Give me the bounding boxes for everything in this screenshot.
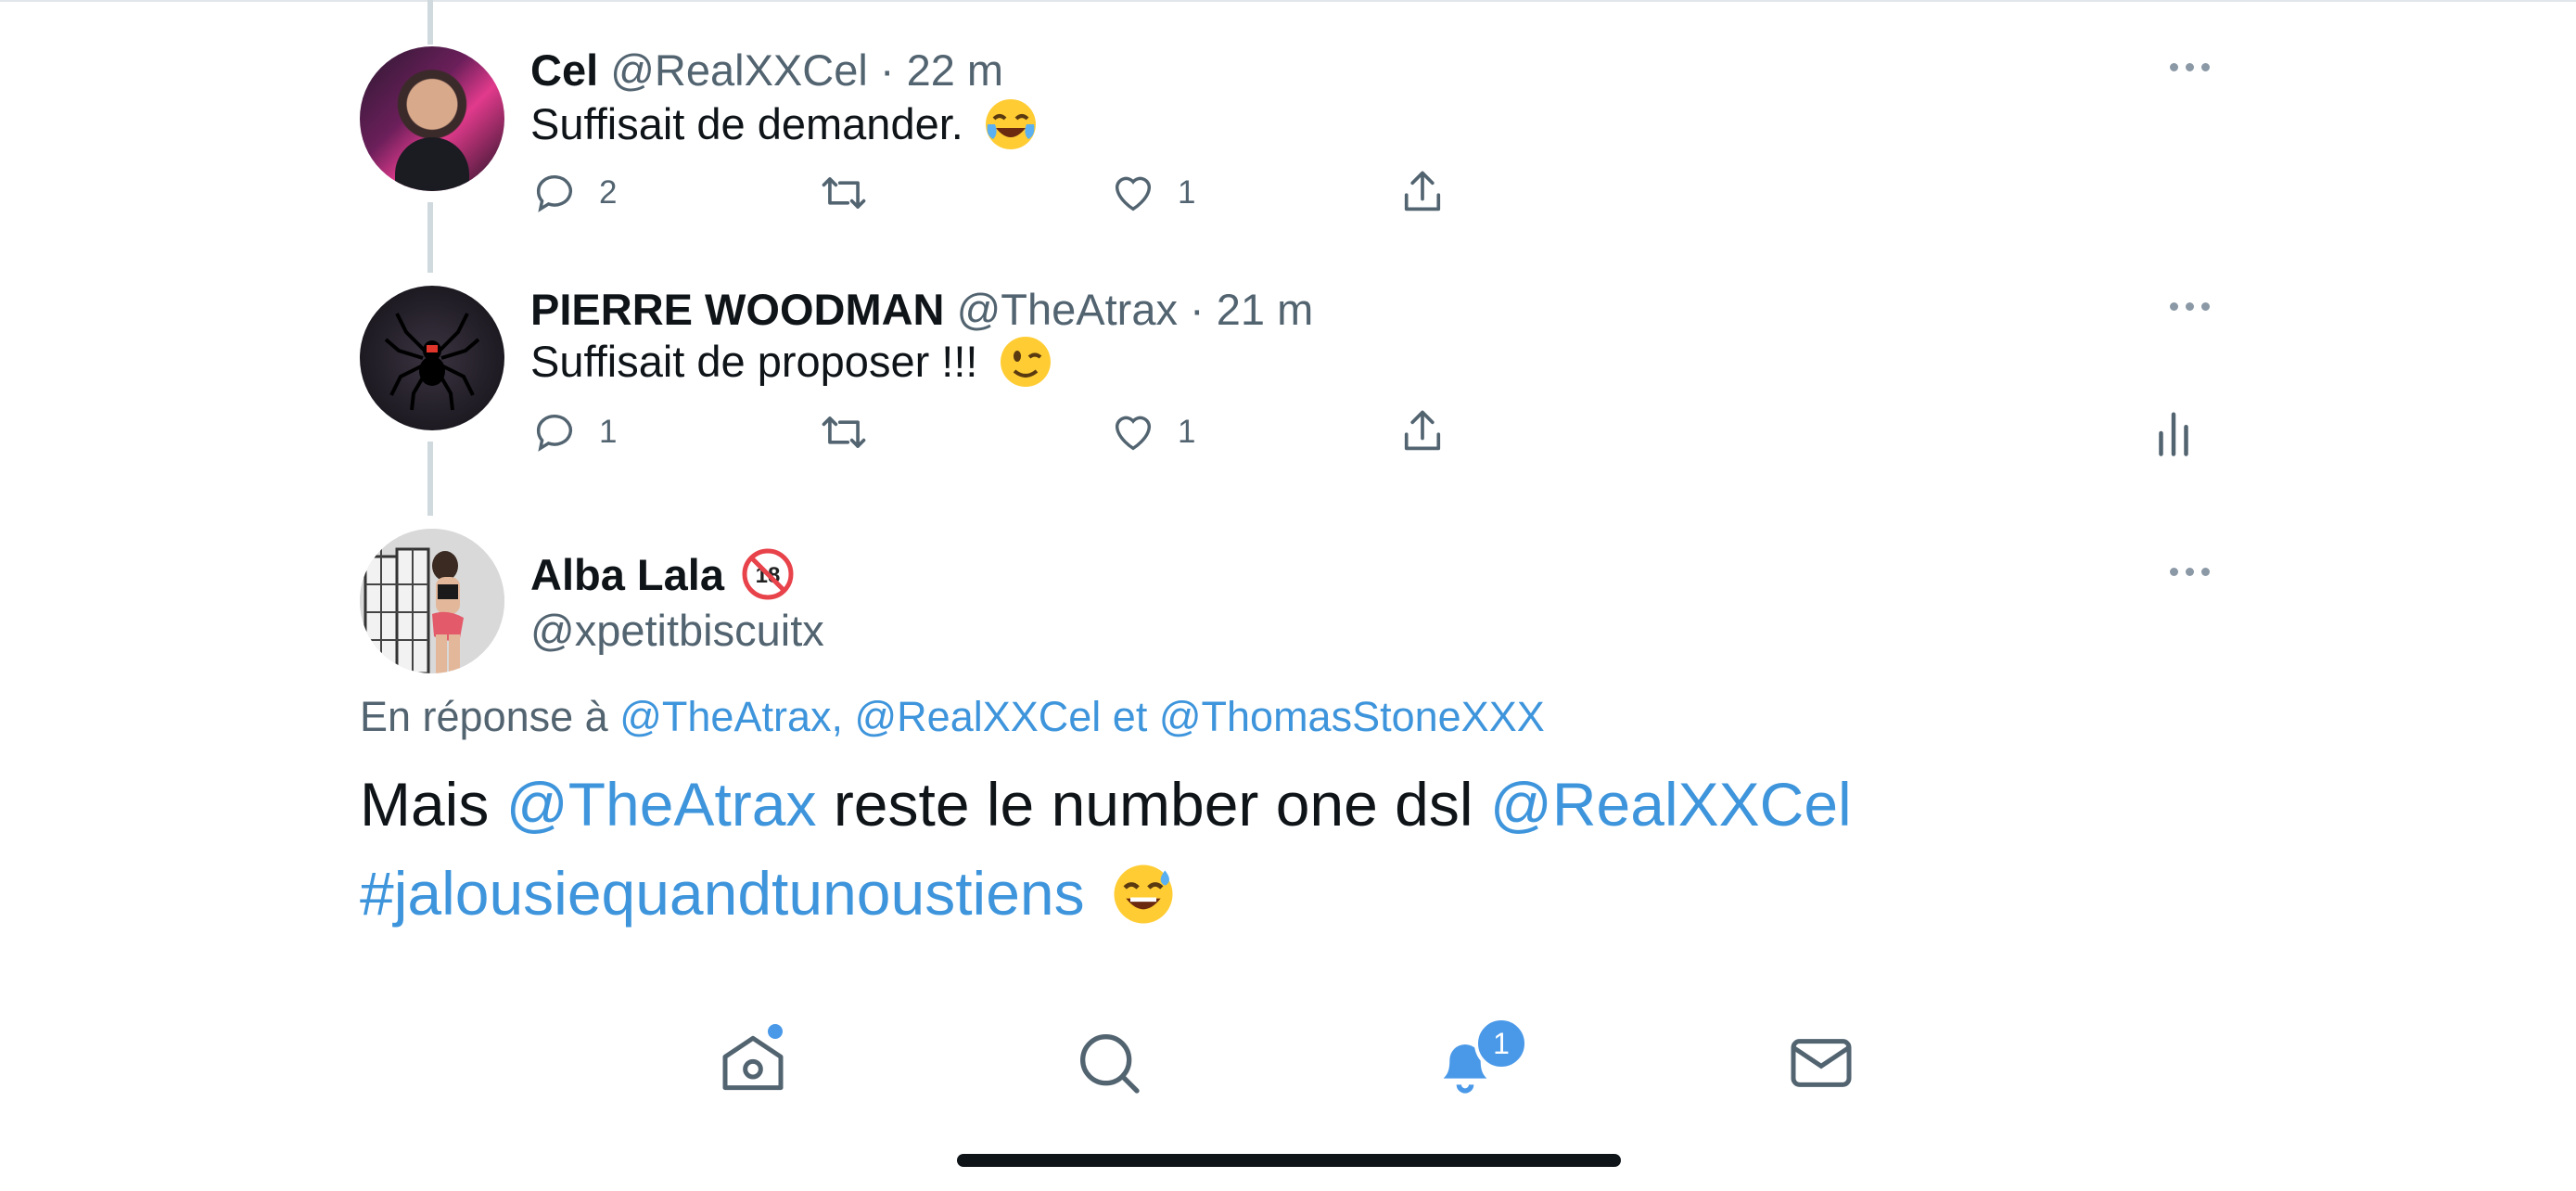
retweet-icon bbox=[822, 177, 866, 209]
messages-tab[interactable] bbox=[1784, 1026, 1858, 1100]
reply-button[interactable]: 1 bbox=[530, 408, 617, 456]
avatar[interactable] bbox=[360, 286, 504, 430]
spider-icon bbox=[384, 313, 480, 411]
heart-icon bbox=[1115, 416, 1152, 451]
search-icon bbox=[1080, 1034, 1140, 1094]
separator: · bbox=[1190, 285, 1205, 334]
reply-count: 2 bbox=[599, 174, 618, 211]
reply-context: En réponse à @TheAtrax, @RealXXCel et @T… bbox=[360, 696, 1545, 737]
avatar[interactable] bbox=[360, 46, 504, 191]
mail-icon bbox=[1791, 1039, 1852, 1087]
heart-icon bbox=[1115, 176, 1152, 211]
retweet-button[interactable] bbox=[818, 408, 870, 456]
tweet-text-line: #jalousiequandtunoustiens bbox=[360, 863, 1176, 927]
thread-line bbox=[427, 442, 433, 516]
user-handle[interactable]: @xpetitbiscuitx bbox=[530, 608, 824, 652]
tweet-text-word: reste le number one dsl bbox=[833, 770, 1473, 839]
reply-icon bbox=[536, 414, 573, 452]
wink-emoji-icon bbox=[1000, 336, 1051, 387]
mention-link[interactable]: @ThomasStoneXXX bbox=[1159, 693, 1545, 740]
home-indicator[interactable] bbox=[957, 1154, 1621, 1167]
search-tab[interactable] bbox=[1072, 1026, 1146, 1100]
timestamp[interactable]: 22 m bbox=[907, 45, 1004, 95]
notification-badge: 1 bbox=[1474, 1017, 1528, 1070]
more-options-icon[interactable] bbox=[2170, 61, 2211, 72]
share-icon bbox=[1404, 171, 1441, 211]
like-button[interactable]: 1 bbox=[1109, 408, 1195, 456]
user-handle[interactable]: @RealXXCel bbox=[610, 45, 868, 95]
mention-link[interactable]: @TheAtrax, bbox=[619, 693, 843, 740]
like-button[interactable]: 1 bbox=[1109, 169, 1195, 217]
analytics-icon bbox=[2159, 412, 2188, 456]
no-one-under-18-icon: 18 bbox=[742, 548, 794, 600]
top-divider bbox=[0, 0, 2576, 2]
analytics-button[interactable] bbox=[2157, 410, 2190, 456]
timestamp[interactable]: 21 m bbox=[1217, 285, 1314, 334]
mention-link[interactable]: @RealXXCel bbox=[1490, 770, 1852, 839]
tweet-text: Suffisait de proposer !!! bbox=[530, 336, 1053, 390]
thread-line bbox=[427, 202, 433, 273]
share-icon bbox=[1404, 410, 1441, 451]
reply-prefix: En réponse à bbox=[360, 693, 608, 740]
mention-link[interactable]: @RealXXCel bbox=[855, 693, 1102, 740]
joy-emoji-icon bbox=[985, 98, 1036, 149]
separator: · bbox=[879, 45, 895, 95]
tweet-text-content: Suffisait de proposer !!! bbox=[530, 337, 978, 386]
more-options-icon[interactable] bbox=[2170, 301, 2211, 312]
tweet-header: PIERRE WOODMAN @TheAtrax · 21 m bbox=[530, 288, 1313, 331]
reply-count: 1 bbox=[599, 414, 618, 450]
avatar-photo bbox=[360, 529, 504, 673]
tweet-text-word: Mais bbox=[360, 770, 490, 839]
retweet-icon bbox=[822, 416, 866, 448]
user-handle[interactable]: @TheAtrax bbox=[957, 285, 1178, 334]
retweet-button[interactable] bbox=[818, 169, 870, 217]
more-options-icon[interactable] bbox=[2170, 566, 2211, 577]
share-button[interactable] bbox=[1398, 406, 1447, 456]
like-count: 1 bbox=[1178, 414, 1196, 450]
mention-link[interactable]: @TheAtrax bbox=[506, 770, 817, 839]
new-content-dot bbox=[768, 1024, 783, 1039]
tweet-text-content: Suffisait de demander. bbox=[530, 99, 963, 148]
hashtag-link[interactable]: #jalousiequandtunoustiens bbox=[360, 859, 1085, 928]
avatar[interactable] bbox=[360, 529, 504, 673]
thread-line bbox=[427, 0, 433, 45]
display-name[interactable]: PIERRE WOODMAN bbox=[530, 285, 945, 334]
tweet-header: Alba Lala 18 bbox=[530, 548, 794, 600]
sweat-smile-emoji-icon bbox=[1114, 864, 1173, 924]
tweet-text-line: Mais @TheAtrax reste le number one dsl @… bbox=[360, 774, 1852, 835]
like-count: 1 bbox=[1178, 174, 1196, 211]
reply-button[interactable]: 2 bbox=[530, 169, 617, 217]
display-name[interactable]: Alba Lala bbox=[530, 550, 724, 599]
reply-and: et bbox=[1112, 693, 1148, 740]
tweet-text: Suffisait de demander. bbox=[530, 98, 1039, 152]
display-name[interactable]: Cel bbox=[530, 45, 598, 95]
share-button[interactable] bbox=[1398, 167, 1447, 217]
tweet-header: Cel @RealXXCel · 22 m bbox=[530, 48, 1003, 92]
reply-icon bbox=[536, 174, 573, 212]
